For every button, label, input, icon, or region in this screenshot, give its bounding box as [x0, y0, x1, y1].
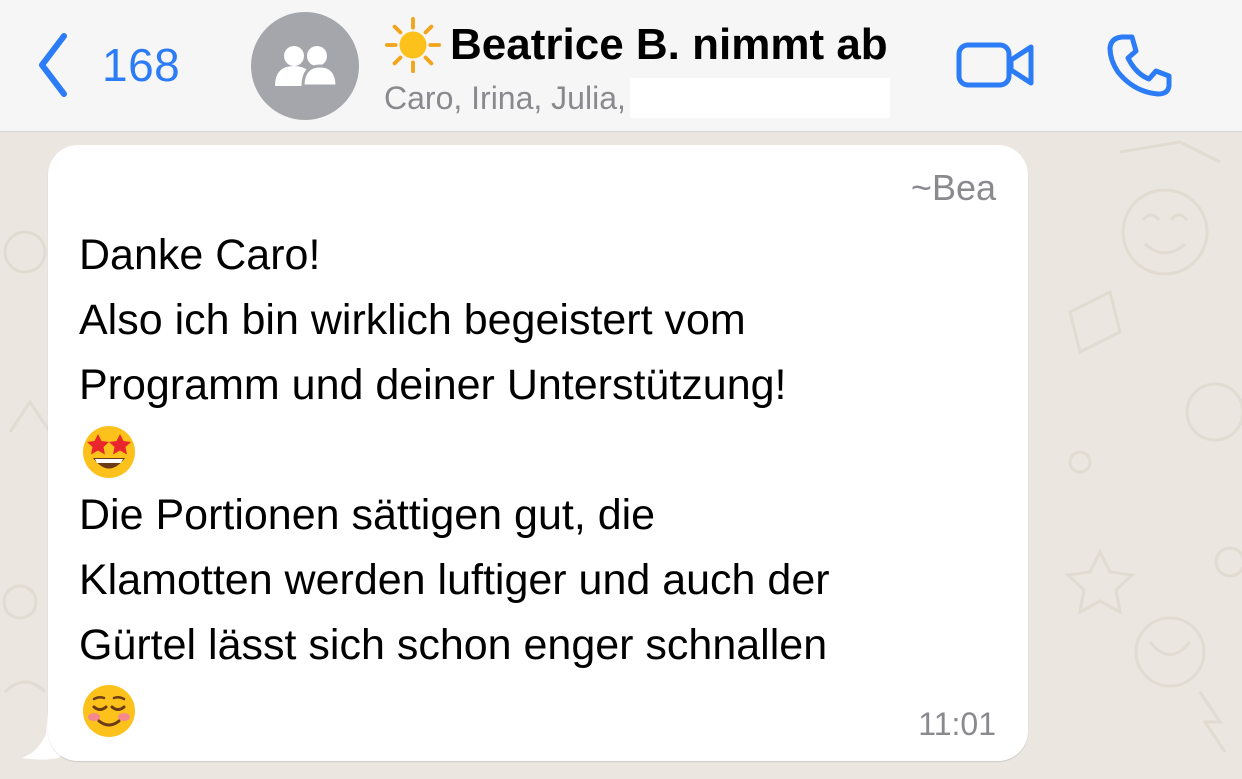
sender-name: ~Bea — [910, 167, 996, 208]
chat-header: 168 Beatrice B. nimmt ab Caro, Irina, Ju… — [0, 0, 1242, 132]
message-line: Programm und deiner Unterstützung! — [79, 361, 787, 409]
group-icon — [275, 46, 339, 88]
avatar[interactable] — [251, 12, 359, 120]
message-line: Danke Caro! — [79, 231, 321, 279]
members-list: Caro, Irina, Julia, — [384, 79, 626, 116]
chat-title: Beatrice B. nimmt ab — [450, 20, 888, 69]
star-struck-emoji — [83, 425, 135, 478]
sun-emoji — [384, 16, 442, 74]
message-timestamp: 11:01 — [918, 706, 996, 742]
message-bubble[interactable]: ~Bea Danke Caro! Also ich bin wirklich b… — [48, 145, 1028, 761]
message-line: Die Portionen sättigen gut, die — [79, 491, 656, 539]
smiling-face-emoji — [83, 684, 135, 737]
redacted-area — [629, 78, 890, 118]
chevron-left-icon — [39, 33, 67, 97]
chat-info[interactable]: Beatrice B. nimmt ab Caro, Irina, Julia, — [384, 14, 929, 118]
message-line: Also ich bin wirklich begeistert vom — [79, 296, 746, 344]
back-button[interactable]: 168 — [34, 30, 180, 100]
message-text: Danke Caro! Also ich bin wirklich begeis… — [79, 223, 1009, 743]
phone-icon[interactable] — [1106, 32, 1174, 98]
message-line: Klamotten werden luftiger und auch der — [79, 556, 830, 604]
video-call-icon[interactable] — [955, 36, 1037, 94]
unread-count: 168 — [102, 39, 181, 91]
message-line: Gürtel lässt sich schon enger schnallen — [79, 621, 828, 669]
